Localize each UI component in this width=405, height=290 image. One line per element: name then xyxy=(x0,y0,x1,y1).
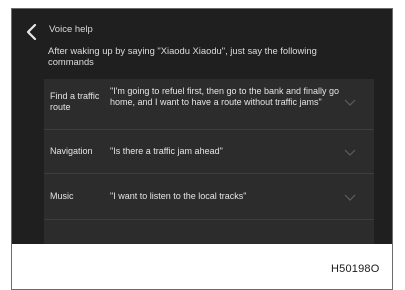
command-item-navigation[interactable]: Navigation "Is there a traffic jam ahead… xyxy=(44,129,374,174)
command-label: Music xyxy=(50,191,74,201)
chevron-down-icon xyxy=(344,194,356,202)
command-label: Navigation xyxy=(50,146,93,156)
chevron-down-icon xyxy=(344,99,356,107)
chevron-down-icon xyxy=(344,149,356,157)
command-item-music[interactable]: Music "I want to listen to the local tra… xyxy=(44,173,374,220)
command-item-find-traffic-route[interactable]: Find a traffic route "I'm going to refue… xyxy=(44,79,374,130)
page-title: Voice help xyxy=(49,24,93,35)
command-list: Find a traffic route "I'm going to refue… xyxy=(44,79,374,244)
command-label: Find a traffic route xyxy=(50,91,100,112)
command-example: "Is there a traffic jam ahead" xyxy=(110,146,223,156)
chevron-left-icon xyxy=(26,23,37,41)
command-example: "I'm going to refuel first, then go to t… xyxy=(110,86,340,107)
figure-id: H50198O xyxy=(331,263,380,275)
command-example: "I want to listen to the local tracks" xyxy=(110,191,247,201)
voice-help-screen: Voice help After waking up by saying "Xi… xyxy=(12,9,392,244)
back-button[interactable] xyxy=(24,23,40,41)
intro-text: After waking up by saying "Xiaodu Xiaodu… xyxy=(48,45,317,67)
